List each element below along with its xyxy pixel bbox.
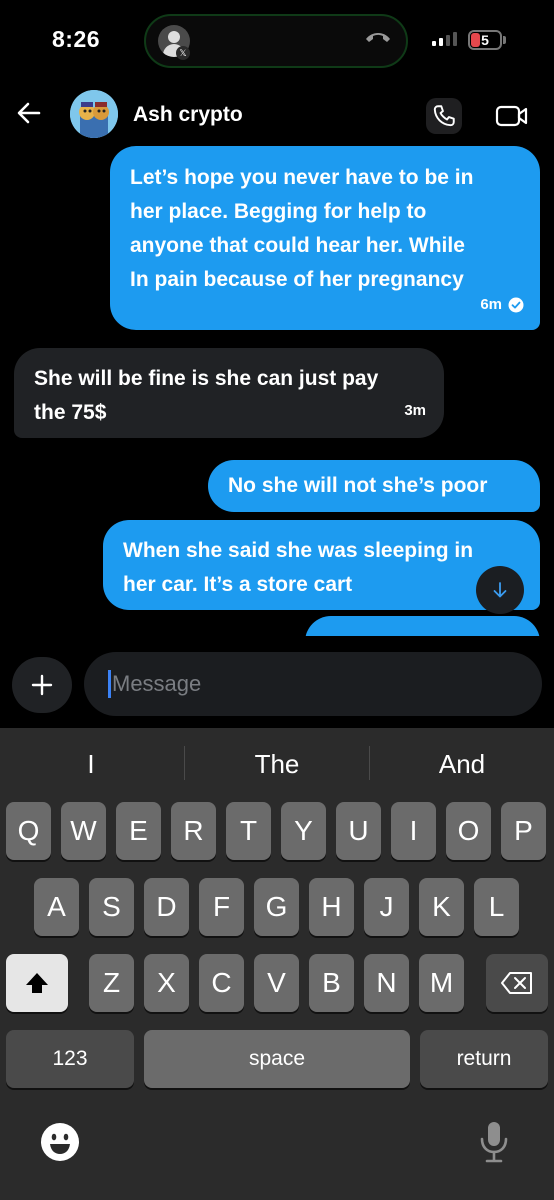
video-icon bbox=[495, 105, 528, 127]
backspace-icon bbox=[501, 972, 532, 994]
numbers-key[interactable]: 123 bbox=[6, 1030, 134, 1088]
key-c[interactable]: C bbox=[199, 954, 244, 1012]
key-n[interactable]: N bbox=[364, 954, 409, 1012]
message-bubble-incoming[interactable]: She will be fine is she can just pay the… bbox=[14, 348, 444, 438]
key-g[interactable]: G bbox=[254, 878, 299, 936]
key-k[interactable]: K bbox=[419, 878, 464, 936]
key-p[interactable]: P bbox=[501, 802, 546, 860]
suggestion-1[interactable]: I bbox=[16, 746, 166, 782]
message-bubble-outgoing[interactable]: Let’s hope you never have to be in her p… bbox=[110, 146, 540, 330]
message-line: the 75$ bbox=[34, 401, 107, 424]
suggestion-2[interactable]: The bbox=[202, 746, 352, 782]
message-line: Let’s hope you never have to be in bbox=[130, 166, 474, 189]
key-a[interactable]: A bbox=[34, 878, 79, 936]
key-w[interactable]: W bbox=[61, 802, 106, 860]
key-i[interactable]: I bbox=[391, 802, 436, 860]
battery-icon: 5 bbox=[468, 30, 502, 50]
suggestion-3[interactable]: And bbox=[387, 746, 537, 782]
x-badge-icon: 𝕏 bbox=[176, 46, 190, 60]
key-l[interactable]: L bbox=[474, 878, 519, 936]
key-e[interactable]: E bbox=[116, 802, 161, 860]
message-bubble-outgoing[interactable]: No she will not she’s poor bbox=[208, 460, 540, 512]
space-key[interactable]: space bbox=[144, 1030, 410, 1088]
return-key[interactable]: return bbox=[420, 1030, 548, 1088]
message-time: 3m bbox=[404, 402, 426, 419]
message-line: When she said she was sleeping in bbox=[123, 539, 474, 562]
end-call-icon bbox=[366, 33, 390, 42]
key-x[interactable]: X bbox=[144, 954, 189, 1012]
message-placeholder: Message bbox=[112, 671, 202, 696]
key-y[interactable]: Y bbox=[281, 802, 326, 860]
contact-name[interactable]: Ash crypto bbox=[133, 103, 243, 127]
message-line: her place. Begging for help to bbox=[130, 200, 427, 223]
key-v[interactable]: V bbox=[254, 954, 299, 1012]
back-arrow-icon[interactable] bbox=[16, 100, 42, 126]
message-input[interactable]: Message bbox=[84, 652, 542, 716]
message-bubble-outgoing[interactable]: When she said she was sleeping in her ca… bbox=[103, 520, 540, 610]
status-time: 8:26 bbox=[52, 26, 101, 52]
backspace-key[interactable] bbox=[486, 954, 548, 1012]
emoji-icon[interactable] bbox=[40, 1122, 80, 1162]
key-u[interactable]: U bbox=[336, 802, 381, 860]
battery-level: 5 bbox=[481, 32, 489, 48]
key-z[interactable]: Z bbox=[89, 954, 134, 1012]
key-d[interactable]: D bbox=[144, 878, 189, 936]
add-attachment-button[interactable] bbox=[12, 657, 72, 713]
key-o[interactable]: O bbox=[446, 802, 491, 860]
message-line: She will be fine is she can just pay bbox=[34, 367, 379, 390]
message-line: No she will not she’s poor bbox=[228, 474, 488, 497]
message-line: anyone that could hear her. While bbox=[130, 234, 465, 257]
video-call-button[interactable] bbox=[494, 98, 530, 134]
plus-icon bbox=[31, 674, 53, 696]
key-j[interactable]: J bbox=[364, 878, 409, 936]
key-f[interactable]: F bbox=[199, 878, 244, 936]
message-line: In pain because of her pregnancy bbox=[130, 268, 464, 291]
scroll-to-bottom-button[interactable] bbox=[476, 566, 524, 614]
phone-icon bbox=[433, 105, 455, 127]
shift-icon bbox=[26, 973, 48, 993]
key-t[interactable]: T bbox=[226, 802, 271, 860]
contact-avatar[interactable] bbox=[70, 90, 118, 138]
shift-key[interactable] bbox=[6, 954, 68, 1012]
key-r[interactable]: R bbox=[171, 802, 216, 860]
text-caret bbox=[108, 670, 111, 698]
signal-icon bbox=[432, 32, 457, 46]
microphone-icon[interactable] bbox=[478, 1120, 510, 1164]
message-line: her car. It’s a store cart bbox=[123, 573, 353, 596]
dynamic-island[interactable]: 𝕏 bbox=[144, 14, 408, 68]
message-time: 6m bbox=[480, 296, 502, 313]
voice-call-button[interactable] bbox=[426, 98, 462, 134]
key-b[interactable]: B bbox=[309, 954, 354, 1012]
key-q[interactable]: Q bbox=[6, 802, 51, 860]
arrow-down-icon bbox=[493, 582, 507, 598]
key-s[interactable]: S bbox=[89, 878, 134, 936]
check-icon bbox=[508, 297, 524, 313]
key-h[interactable]: H bbox=[309, 878, 354, 936]
key-m[interactable]: M bbox=[419, 954, 464, 1012]
